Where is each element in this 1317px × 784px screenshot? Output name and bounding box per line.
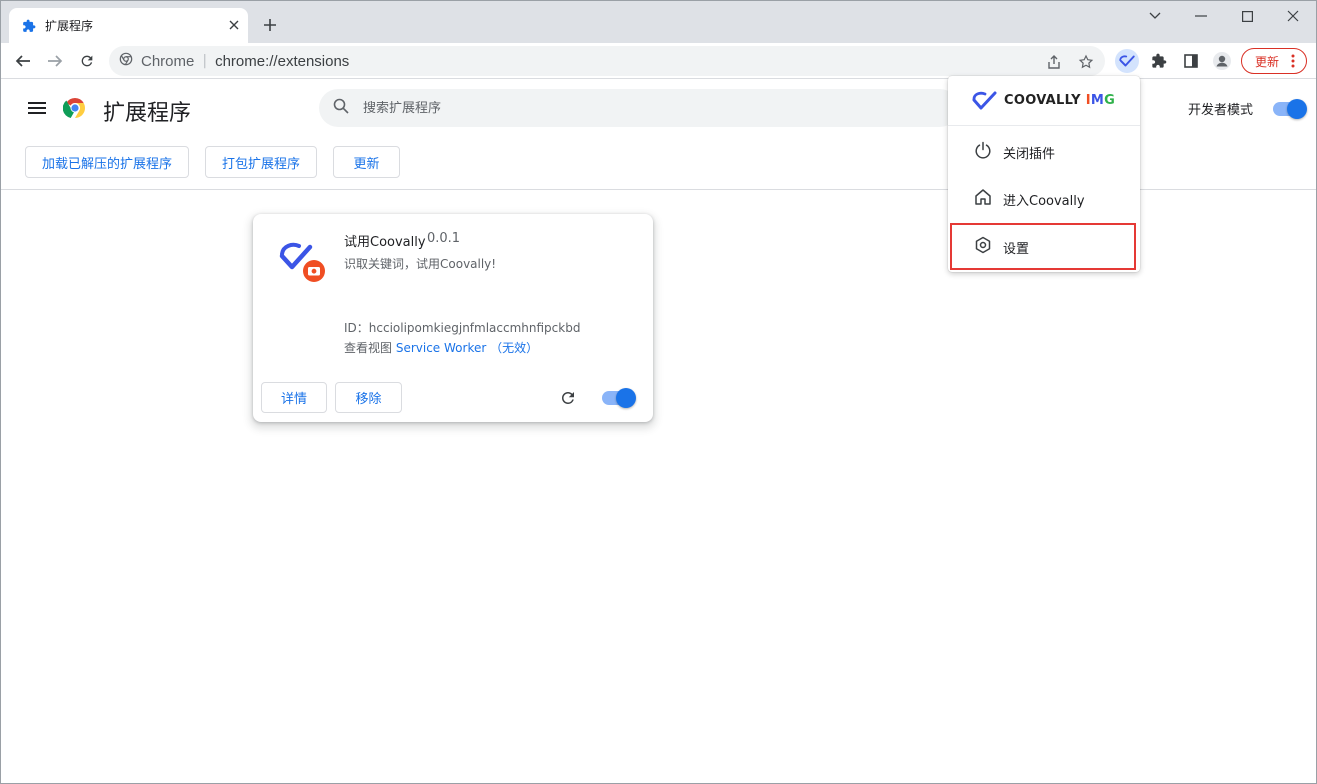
tab-extensions[interactable]: 扩展程序: [9, 8, 248, 43]
search-icon: [333, 98, 349, 118]
search-input[interactable]: [363, 100, 923, 116]
page-title: 扩展程序: [103, 101, 192, 126]
update-extensions-button[interactable]: 更新: [333, 146, 400, 178]
toggle-knob: [1287, 99, 1307, 119]
settings-highlight-box: [950, 223, 1136, 270]
coovally-logo-icon: [972, 91, 997, 109]
logo-letter-m: M: [1090, 93, 1105, 108]
back-icon[interactable]: [11, 49, 35, 73]
hamburger-menu-icon[interactable]: [28, 100, 48, 116]
popup-item-label: 关闭插件: [1003, 146, 1056, 162]
service-worker-link-text: Service Worker: [395, 341, 487, 355]
tab-close-icon[interactable]: [226, 17, 242, 33]
close-window-icon[interactable]: [1281, 6, 1305, 26]
popup-item-enter-coovally[interactable]: 进入Coovally: [948, 177, 1140, 221]
omnibox-site: Chrome: [141, 52, 195, 70]
coovally-logo-text: COOVALLY IMG: [1004, 93, 1115, 108]
power-icon: [974, 141, 992, 163]
developer-mode-toggle[interactable]: [1273, 99, 1307, 119]
load-unpacked-button[interactable]: 加载已解压的扩展程序: [25, 146, 189, 178]
inspect-views-label: 查看视图: [344, 341, 393, 355]
extensions-puzzle-icon[interactable]: [1147, 49, 1171, 73]
extension-enable-toggle[interactable]: [602, 388, 636, 408]
address-bar[interactable]: Chrome | chrome://extensions: [109, 46, 1105, 76]
reload-icon[interactable]: [75, 49, 99, 73]
extension-id-label: ID：: [344, 321, 369, 335]
share-icon[interactable]: [1045, 53, 1063, 71]
maximize-icon[interactable]: [1235, 6, 1259, 26]
tab-strip: 扩展程序: [0, 0, 1317, 43]
side-panel-icon[interactable]: [1179, 49, 1203, 73]
kebab-menu-icon: [1291, 54, 1295, 71]
coovally-popup-logo: COOVALLY IMG: [948, 76, 1140, 126]
coovally-extension-icon[interactable]: [1115, 49, 1139, 73]
extension-name: 试用Coovally: [344, 235, 426, 250]
new-tab-icon[interactable]: [260, 15, 280, 35]
inspect-views: 查看视图 Service Worker （无效）: [344, 339, 538, 356]
service-worker-status: （无效）: [490, 341, 539, 355]
tab-title: 扩展程序: [45, 19, 94, 33]
update-label: 更新: [1255, 54, 1280, 69]
extension-search-box: [319, 89, 959, 127]
details-button[interactable]: 详情: [261, 382, 327, 413]
chrome-logo-icon: [62, 96, 87, 120]
extension-description: 识取关键词，试用Coovally!: [344, 257, 497, 271]
chrome-update-button[interactable]: 更新: [1241, 48, 1307, 74]
service-worker-link[interactable]: Service Worker （无效）: [396, 341, 538, 355]
puzzle-icon: [21, 18, 37, 34]
minimize-icon[interactable]: [1189, 6, 1213, 26]
extension-version: 0.0.1: [427, 231, 461, 246]
tab-search-chevron-icon[interactable]: [1143, 6, 1167, 26]
omnibox-separator: |: [202, 53, 208, 69]
profile-avatar-icon[interactable]: [1210, 49, 1234, 73]
popup-item-label: 进入Coovally: [1003, 193, 1085, 209]
extension-id: ID：hcciolipomkiegjnfmlaccmhnfipckbd: [344, 319, 580, 336]
developer-mode-label: 开发者模式: [1188, 103, 1254, 118]
pack-extension-button[interactable]: 打包扩展程序: [205, 146, 317, 178]
reload-extension-icon[interactable]: [559, 389, 577, 407]
toggle-knob: [616, 388, 636, 408]
browser-toolbar: Chrome | chrome://extensions 更新: [0, 43, 1317, 79]
extension-id-value: hcciolipomkiegjnfmlaccmhnfipckbd: [368, 321, 581, 335]
chrome-site-icon: [119, 52, 133, 70]
remove-button[interactable]: 移除: [335, 382, 402, 413]
logo-word: COOVALLY: [1004, 93, 1081, 108]
bookmark-star-icon[interactable]: [1077, 53, 1095, 71]
extension-card: 试用Coovally 0.0.1 识取关键词，试用Coovally! ID：hc…: [253, 214, 653, 422]
omnibox-url: chrome://extensions: [215, 52, 350, 70]
logo-letter-g: G: [1104, 93, 1116, 108]
coovally-extension-logo-icon: [277, 238, 325, 286]
forward-icon[interactable]: [43, 49, 67, 73]
popup-item-close-plugin[interactable]: 关闭插件: [948, 130, 1140, 174]
home-icon: [974, 188, 992, 210]
